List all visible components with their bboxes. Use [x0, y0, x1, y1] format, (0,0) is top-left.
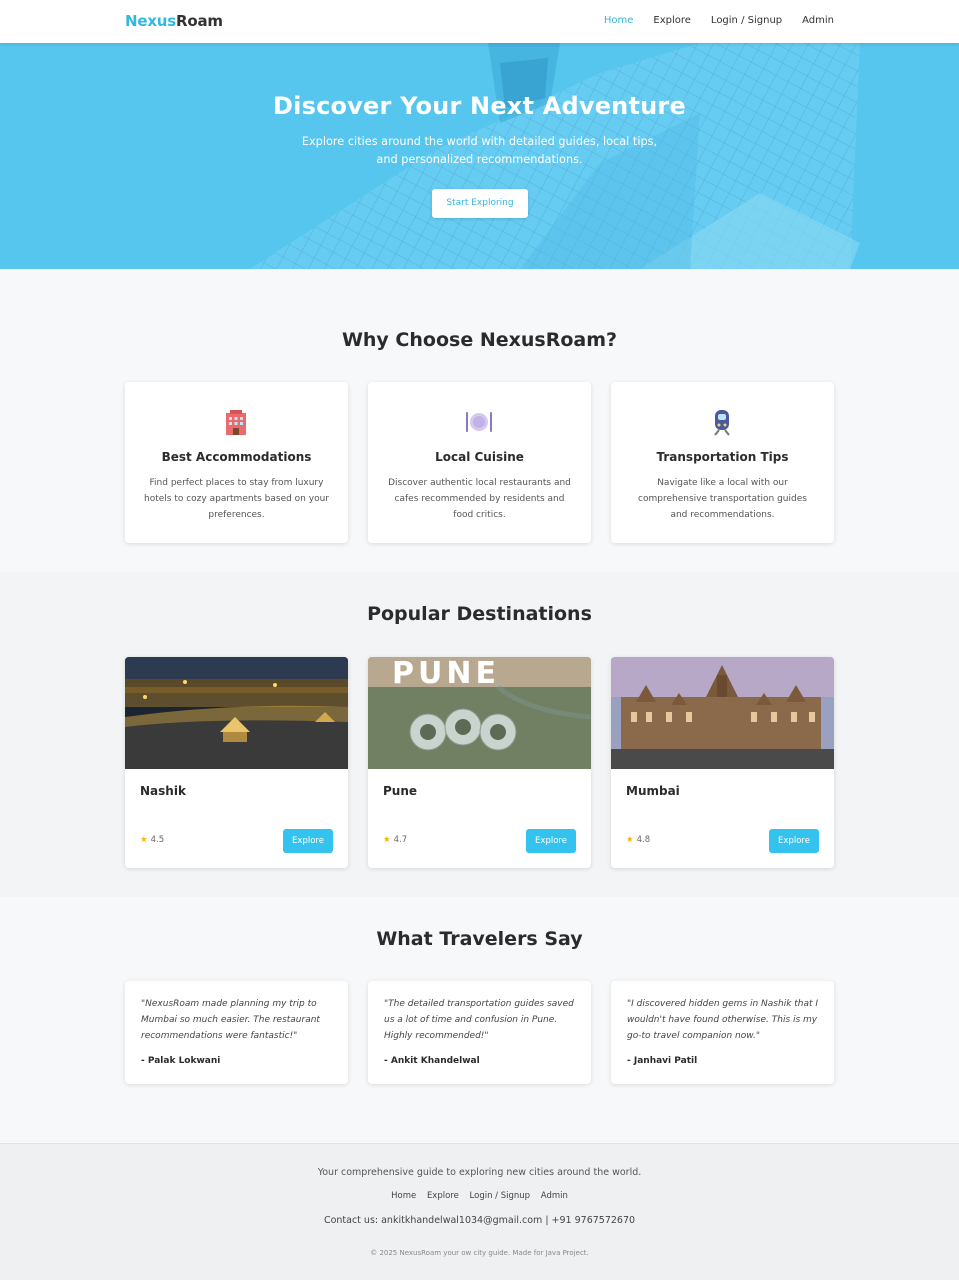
- nashik-photo: [125, 657, 348, 769]
- feature-title: Local Cuisine: [435, 450, 524, 464]
- hero-title: Discover Your Next Adventure: [273, 92, 686, 120]
- pune-image-text: PUNE: [392, 657, 500, 691]
- destination-card[interactable]: Nashik ★ 4.5 Explore: [125, 657, 348, 868]
- brand-name-part1: Nexus: [125, 12, 177, 30]
- testimonial-quote: "The detailed transportation guides save…: [384, 999, 574, 1041]
- destination-rating: ★ 4.8: [626, 835, 650, 845]
- explore-button[interactable]: Explore: [526, 829, 576, 853]
- plate-utensils-icon: [466, 412, 492, 432]
- footer-link-home[interactable]: Home: [391, 1191, 416, 1201]
- mumbai-photo: [611, 657, 834, 769]
- footer-link-admin[interactable]: Admin: [541, 1191, 568, 1201]
- destination-rating: ★ 4.5: [140, 835, 164, 845]
- brand-logo[interactable]: NexusRoam: [125, 12, 223, 30]
- testimonial-quote: "I discovered hidden gems in Nashik that…: [627, 999, 819, 1041]
- destination-name: Mumbai: [626, 784, 680, 798]
- top-navbar: NexusRoam Home Explore Login / Signup Ad…: [0, 0, 959, 43]
- rating-value: 4.7: [393, 835, 408, 845]
- testimonials-title: What Travelers Say: [376, 928, 583, 950]
- footer-tagline: Your comprehensive guide to exploring ne…: [317, 1167, 642, 1178]
- feature-description: Discover authentic local restaurants and…: [388, 478, 571, 520]
- destination-rating: ★ 4.7: [383, 835, 407, 845]
- start-exploring-button[interactable]: Start Exploring: [432, 189, 528, 218]
- footer-copyright: © 2025 NexusRoam your ow city guide. Mad…: [370, 1249, 589, 1257]
- destination-name: Pune: [383, 784, 418, 798]
- destination-card[interactable]: Mumbai ★ 4.8 Explore: [611, 657, 834, 868]
- testimonial-card: "NexusRoam made planning my trip to Mumb…: [125, 981, 348, 1084]
- explore-button[interactable]: Explore: [283, 829, 333, 853]
- train-icon: [714, 410, 730, 436]
- feature-description: Navigate like a local with our comprehen…: [638, 478, 807, 520]
- footer-contact: Contact us: ankitkhandelwal1034@gmail.co…: [323, 1215, 636, 1226]
- feature-card: Local Cuisine Discover authentic local r…: [368, 382, 591, 543]
- testimonial-author: - Palak Lokwani: [141, 1056, 221, 1066]
- footer-link-explore[interactable]: Explore: [427, 1191, 459, 1201]
- destination-card[interactable]: PUNE Pune ★ 4.7 Explore: [368, 657, 591, 868]
- rating-value: 4.8: [636, 835, 651, 845]
- hero-banner: Discover Your Next Adventure Explore cit…: [0, 43, 959, 269]
- footer-link-login-signup[interactable]: Login / Signup: [470, 1191, 531, 1201]
- features-title: Why Choose NexusRoam?: [341, 329, 618, 351]
- hotel-icon: [226, 410, 246, 435]
- feature-card: Transportation Tips Navigate like a loca…: [611, 382, 834, 543]
- nav-link-explore[interactable]: Explore: [653, 15, 691, 26]
- feature-title: Best Accommodations: [161, 450, 312, 464]
- star-icon: ★: [140, 835, 148, 845]
- destinations-title: Popular Destinations: [367, 603, 592, 625]
- feature-card: Best Accommodations Find perfect places …: [125, 382, 348, 543]
- footer-links: Home Explore Login / Signup Admin: [0, 1191, 959, 1201]
- nav-link-login-signup[interactable]: Login / Signup: [711, 15, 782, 26]
- brand-name-part2: Roam: [176, 12, 223, 30]
- nav-link-admin[interactable]: Admin: [802, 15, 834, 26]
- testimonial-card: "I discovered hidden gems in Nashik that…: [611, 981, 834, 1084]
- nav-links: Home Explore Login / Signup Admin: [604, 15, 834, 26]
- hero-subtitle: Explore cities around the world with det…: [301, 135, 658, 166]
- explore-button[interactable]: Explore: [769, 829, 819, 853]
- testimonial-author: - Ankit Khandelwal: [384, 1056, 480, 1066]
- testimonial-quote: "NexusRoam made planning my trip to Mumb…: [141, 999, 320, 1041]
- testimonial-card: "The detailed transportation guides save…: [368, 981, 591, 1084]
- star-icon: ★: [383, 835, 391, 845]
- rating-value: 4.5: [150, 835, 165, 845]
- footer: Your comprehensive guide to exploring ne…: [0, 1143, 959, 1280]
- nav-link-home[interactable]: Home: [604, 15, 634, 26]
- feature-title: Transportation Tips: [656, 450, 789, 464]
- testimonial-author: - Janhavi Patil: [627, 1056, 698, 1066]
- feature-description: Find perfect places to stay from luxury …: [144, 478, 329, 520]
- destination-name: Nashik: [140, 784, 186, 798]
- pune-photo: PUNE: [368, 657, 591, 769]
- star-icon: ★: [626, 835, 634, 845]
